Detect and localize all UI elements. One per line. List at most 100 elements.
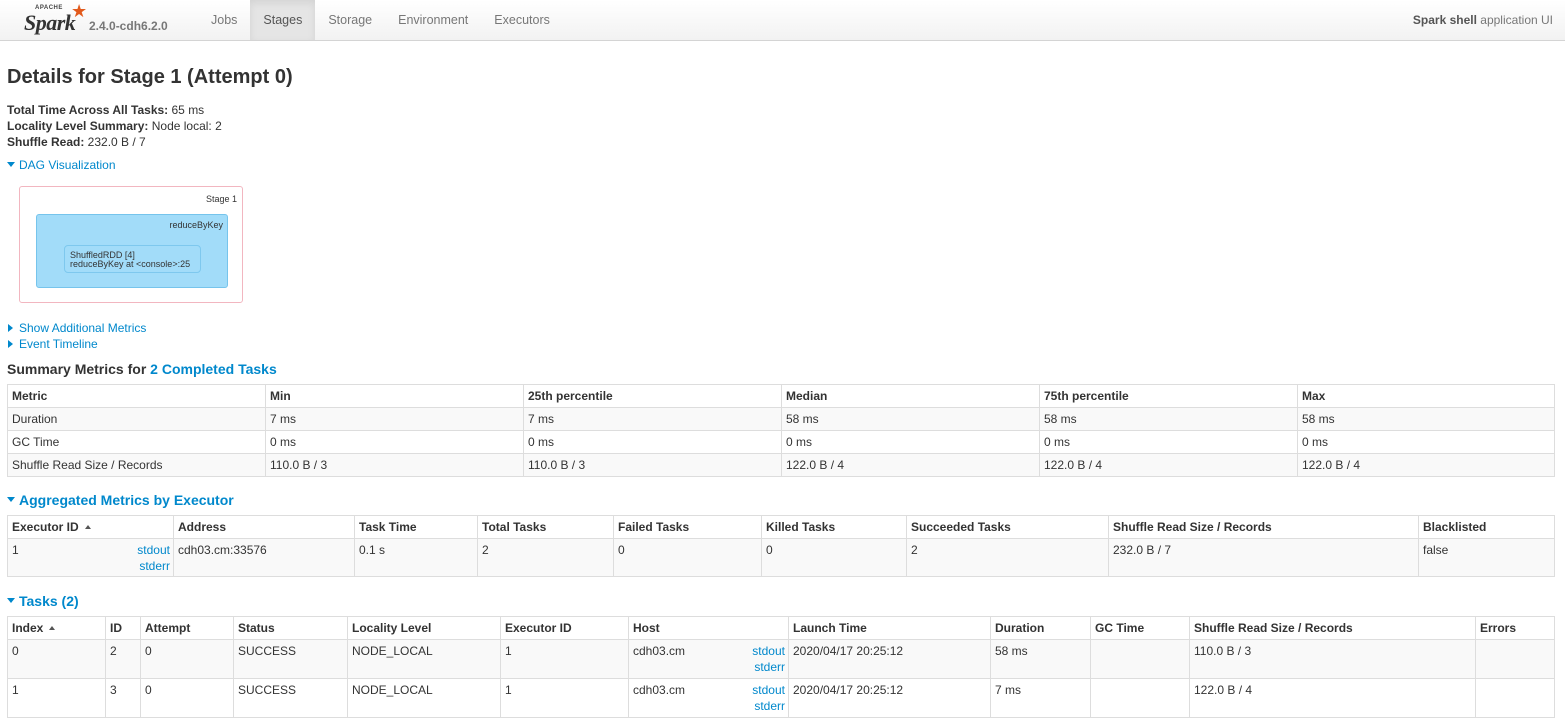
- host-cell: cdh03.cm stdout stderr: [628, 639, 789, 679]
- column-header-executor-id[interactable]: Executor ID: [7, 515, 174, 539]
- table-cell: 58 ms: [990, 639, 1091, 679]
- table-cell: 0 ms: [523, 430, 782, 454]
- column-header-launch-time[interactable]: Launch Time: [788, 616, 991, 640]
- column-header: 25th percentile: [523, 384, 782, 408]
- column-header-status[interactable]: Status: [233, 616, 348, 640]
- column-header-host[interactable]: Host: [628, 616, 789, 640]
- spark-logo[interactable]: APACHE Spark ★ 2.4.0-cdh6.2.0: [22, 1, 182, 40]
- stdout-link[interactable]: stdout: [752, 644, 785, 658]
- info-value: 232.0 B / 7: [84, 135, 146, 149]
- column-header-attempt[interactable]: Attempt: [140, 616, 234, 640]
- table-row: Shuffle Read Size / Records 110.0 B / 3 …: [7, 453, 1555, 477]
- event-timeline-toggle[interactable]: Event Timeline: [7, 337, 98, 351]
- stdout-link[interactable]: stdout: [137, 543, 170, 557]
- show-additional-metrics-toggle[interactable]: Show Additional Metrics: [7, 321, 146, 335]
- top-navbar: APACHE Spark ★ 2.4.0-cdh6.2.0 Jobs Stage…: [0, 0, 1565, 41]
- table-cell: NODE_LOCAL: [347, 678, 501, 718]
- stderr-link[interactable]: stderr: [754, 699, 785, 713]
- event-timeline-label: Event Timeline: [19, 337, 98, 351]
- column-header-executor-id[interactable]: Executor ID: [500, 616, 629, 640]
- executor-metrics-table: Executor ID Address Task Time Total Task…: [7, 515, 1555, 577]
- table-cell: Shuffle Read Size / Records: [7, 453, 266, 477]
- table-cell: 7 ms: [265, 407, 524, 431]
- info-locality: Locality Level Summary: Node local: 2: [7, 118, 222, 134]
- caret-down-icon: [7, 598, 15, 603]
- dag-node-line2: reduceByKey at <console>:25: [70, 259, 191, 269]
- dag-cluster-reducebykey[interactable]: reduceByKey ShuffledRDD [4] reduceByKey …: [36, 214, 228, 288]
- column-header-blacklisted[interactable]: Blacklisted: [1418, 515, 1555, 539]
- column-header-shuffle-read[interactable]: Shuffle Read Size / Records: [1189, 616, 1476, 640]
- tasks-toggle[interactable]: Tasks (2): [7, 593, 79, 609]
- table-cell: 110.0 B / 3: [265, 453, 524, 477]
- tab-jobs[interactable]: Jobs: [198, 0, 250, 40]
- stderr-link[interactable]: stderr: [139, 559, 170, 573]
- app-name: Spark shell application UI: [1413, 0, 1553, 40]
- table-cell: false: [1418, 538, 1555, 577]
- table-cell: 58 ms: [1297, 407, 1555, 431]
- column-header-succeeded-tasks[interactable]: Succeeded Tasks: [906, 515, 1109, 539]
- table-header-row: Executor ID Address Task Time Total Task…: [7, 515, 1555, 539]
- table-cell: SUCCESS: [233, 678, 348, 718]
- column-header-shuffle-read[interactable]: Shuffle Read Size / Records: [1108, 515, 1419, 539]
- tab-executors[interactable]: Executors: [481, 0, 563, 40]
- column-header-errors[interactable]: Errors: [1475, 616, 1555, 640]
- column-header: Min: [265, 384, 524, 408]
- stdout-link[interactable]: stdout: [752, 683, 785, 697]
- table-cell: 3: [105, 678, 141, 718]
- column-header-locality-level[interactable]: Locality Level: [347, 616, 501, 640]
- table-cell: 0.1 s: [354, 538, 478, 577]
- logo-spark-text: Spark: [24, 10, 76, 35]
- table-cell: 122.0 B / 4: [1297, 453, 1555, 477]
- column-header-gc-time[interactable]: GC Time: [1090, 616, 1190, 640]
- tab-environment[interactable]: Environment: [385, 0, 481, 40]
- dag-toggle-label: DAG Visualization: [19, 158, 116, 172]
- column-header-address[interactable]: Address: [173, 515, 355, 539]
- completed-tasks-link[interactable]: 2 Completed Tasks: [150, 361, 277, 377]
- table-row: 1 3 0 SUCCESS NODE_LOCAL 1 cdh03.cm stdo…: [7, 678, 1555, 718]
- info-value: Node local: 2: [148, 119, 222, 133]
- tasks-table: Index ID Attempt Status Locality Level E…: [7, 616, 1555, 718]
- column-header-total-tasks[interactable]: Total Tasks: [477, 515, 614, 539]
- summary-metrics-title: Summary Metrics for 2 Completed Tasks: [7, 361, 277, 377]
- table-cell: [1475, 678, 1555, 718]
- column-header-duration[interactable]: Duration: [990, 616, 1091, 640]
- table-cell: 58 ms: [1039, 407, 1298, 431]
- table-row: GC Time 0 ms 0 ms 0 ms 0 ms 0 ms: [7, 430, 1555, 454]
- app-name-bold: Spark shell: [1412, 13, 1477, 27]
- table-cell: 122.0 B / 4: [781, 453, 1040, 477]
- column-header-index[interactable]: Index: [7, 616, 106, 640]
- caret-right-icon: [8, 340, 13, 348]
- table-cell: 0 ms: [781, 430, 1040, 454]
- stderr-link[interactable]: stderr: [754, 660, 785, 674]
- table-header-row: Metric Min 25th percentile Median 75th p…: [7, 384, 1555, 408]
- spark-star-icon: ★: [71, 1, 88, 21]
- dag-stage-label: Stage 1: [205, 194, 237, 204]
- tasks-title: Tasks (2): [19, 593, 79, 609]
- table-cell: [1475, 639, 1555, 679]
- summary-title-prefix: Summary Metrics for: [7, 361, 151, 377]
- info-label: Total Time Across All Tasks:: [7, 103, 169, 117]
- table-cell: 2: [906, 538, 1109, 577]
- table-cell: 0 ms: [1297, 430, 1555, 454]
- info-label: Shuffle Read:: [7, 135, 85, 149]
- executor-logs: stdout stderr: [137, 542, 170, 574]
- dag-visualization-toggle[interactable]: DAG Visualization: [7, 158, 116, 172]
- tab-storage[interactable]: Storage: [315, 0, 385, 40]
- column-header-id[interactable]: ID: [105, 616, 141, 640]
- executor-id: 1: [12, 543, 19, 557]
- aggregated-metrics-toggle[interactable]: Aggregated Metrics by Executor: [7, 492, 234, 508]
- column-header-task-time[interactable]: Task Time: [354, 515, 478, 539]
- table-cell: 2: [477, 538, 614, 577]
- table-cell: NODE_LOCAL: [347, 639, 501, 679]
- tab-stages[interactable]: Stages: [250, 0, 316, 40]
- dag-node-shuffledrdd[interactable]: ShuffledRDD [4] reduceByKey at <console>…: [64, 245, 201, 273]
- table-row: 1 stdout stderr cdh03.cm:33576 0.1 s 2 0…: [7, 538, 1555, 577]
- additional-metrics-label: Show Additional Metrics: [19, 321, 147, 335]
- column-header-failed-tasks[interactable]: Failed Tasks: [613, 515, 762, 539]
- column-header-killed-tasks[interactable]: Killed Tasks: [761, 515, 907, 539]
- table-cell: 122.0 B / 4: [1039, 453, 1298, 477]
- table-cell: 110.0 B / 3: [523, 453, 782, 477]
- dag-stage-box[interactable]: Stage 1 reduceByKey ShuffledRDD [4] redu…: [19, 186, 243, 303]
- table-cell: 2020/04/17 20:25:12: [788, 678, 991, 718]
- caret-down-icon: [7, 497, 15, 502]
